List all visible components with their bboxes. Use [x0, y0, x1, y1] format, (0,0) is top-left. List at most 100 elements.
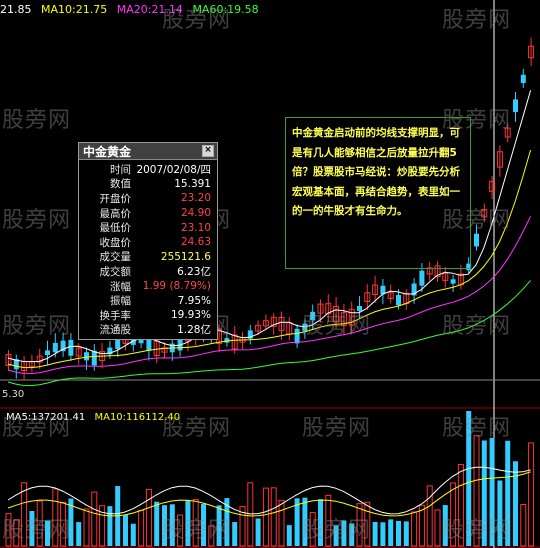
volume-bar	[52, 488, 59, 547]
candle-body	[294, 328, 300, 344]
volume-bar	[426, 485, 433, 547]
volume-bar	[442, 505, 448, 546]
volume-bar	[29, 510, 35, 546]
ma60-value: MA60:19.58	[192, 3, 259, 16]
volume-bar	[309, 512, 316, 547]
candle-body	[310, 311, 316, 321]
volume-bar	[513, 461, 518, 546]
volume-bar	[372, 521, 378, 546]
quote-row-label: 开盘价	[99, 192, 132, 205]
quote-row-value: 2007/02/08/四	[136, 163, 211, 176]
volume-bar	[123, 514, 128, 546]
volume-ma10-value: MA10:116112.40	[94, 412, 181, 423]
volume-legend: MA5:137201.41 MA10:116112.40	[6, 412, 186, 423]
volume-bar	[403, 521, 409, 546]
quote-row-label: 最低价	[99, 222, 132, 235]
volume-bar	[356, 503, 363, 547]
candle-body	[513, 99, 518, 113]
quote-row-label: 成交额	[99, 265, 132, 278]
volume-bar	[388, 519, 394, 546]
volume-bar	[185, 500, 191, 546]
quote-info-panel[interactable]: 中金黄金 × 时间 2007/02/08/四 数值 15.391 开盘价 23.20 最高价…	[78, 142, 218, 340]
volume-bar	[36, 500, 43, 547]
volume-bar	[481, 440, 487, 546]
volume-bar	[286, 525, 292, 546]
candle-body	[84, 352, 89, 361]
quote-row: 最低价 23.10	[79, 220, 217, 235]
quote-panel-header[interactable]: 中金黄金 ×	[79, 143, 217, 160]
quote-row-value: 23.20	[180, 192, 211, 205]
volume-bar	[278, 499, 285, 547]
quote-row-label: 换手率	[99, 309, 132, 322]
volume-bar	[107, 506, 113, 546]
volume-bar	[201, 503, 206, 546]
volume-bar	[76, 522, 82, 546]
quote-row-label: 振幅	[110, 295, 131, 308]
volume-bar	[302, 497, 308, 546]
low-price-label: 5.30	[2, 389, 25, 400]
quote-row: 换手率 19.93%	[79, 308, 217, 323]
volume-bar	[91, 491, 98, 547]
ma10-value: MA10:21.75	[41, 3, 108, 16]
quote-row: 数值 15.391	[79, 177, 217, 192]
quote-row-value: 24.63	[180, 236, 211, 249]
volume-bar	[13, 519, 20, 547]
candle-body	[52, 342, 58, 353]
volume-bar	[5, 513, 12, 547]
volume-bar	[60, 501, 67, 547]
volume-bar	[232, 522, 238, 546]
quote-row-label: 数值	[110, 178, 131, 191]
volume-bar	[466, 411, 472, 546]
volume-bar	[216, 505, 222, 546]
volume-bar	[45, 520, 50, 546]
volume-bar	[208, 525, 215, 547]
quote-row-value: 6.23亿	[177, 265, 211, 278]
volume-bar	[130, 523, 136, 546]
volume-bar	[262, 487, 269, 547]
quote-row-value: 23.10	[180, 221, 211, 234]
candle-body	[45, 350, 50, 356]
candle-body	[450, 279, 456, 284]
volume-bar	[418, 504, 425, 547]
candle-body	[357, 305, 362, 311]
volume-bar	[318, 499, 323, 546]
volume-bar	[450, 482, 457, 547]
volume-bar	[520, 503, 527, 547]
candle-body	[115, 340, 121, 350]
quote-row-label: 成交量	[99, 251, 132, 264]
volume-bar	[83, 508, 90, 547]
candle-body	[302, 323, 308, 332]
volume-bar	[457, 464, 464, 547]
quote-row-label: 涨幅	[110, 280, 131, 293]
volume-bar	[192, 499, 199, 547]
quote-row-value: 24.90	[180, 207, 211, 220]
quote-row-value: 7.95%	[177, 294, 211, 307]
volume-bar	[489, 437, 495, 546]
volume-bar	[380, 522, 386, 546]
quote-row: 最高价 24.90	[79, 206, 217, 221]
quote-row: 时间 2007/02/08/四	[79, 162, 217, 177]
annotation-box: 中金黄金启动前的均线支撑明显，可是有几人能够相信之后放量拉升翻5倍？股票股市马经…	[285, 117, 471, 269]
close-icon[interactable]: ×	[202, 145, 214, 157]
quote-row: 收盘价 24.63	[79, 235, 217, 250]
volume-bar	[138, 509, 145, 547]
volume-bar	[325, 494, 332, 547]
volume-bar	[255, 518, 261, 546]
quote-row-value: 255121.6	[160, 250, 211, 263]
quote-row-label: 时间	[110, 163, 131, 176]
volume-bar	[473, 435, 480, 547]
volume-bar	[162, 505, 167, 546]
volume-bar	[411, 511, 418, 547]
quote-rows: 时间 2007/02/08/四 数值 15.391 开盘价 23.20 最高价 24.90 最低…	[79, 160, 217, 337]
quote-row: 流通股 1.28亿	[79, 323, 217, 338]
quote-row: 振幅 7.95%	[79, 293, 217, 308]
ma-legend: 21.85 MA10:21.75 MA20:21.14 MA60:19.58	[0, 3, 265, 16]
volume-bar	[396, 520, 401, 546]
quote-row-value: 15.391	[174, 177, 211, 190]
volume-bar	[270, 487, 277, 547]
price-ma-value: 21.85	[0, 3, 32, 16]
volume-ma5-line	[7, 466, 531, 515]
stock-name: 中金黄金	[83, 144, 132, 159]
volume-bar	[333, 525, 339, 546]
volume-bar	[349, 523, 355, 546]
